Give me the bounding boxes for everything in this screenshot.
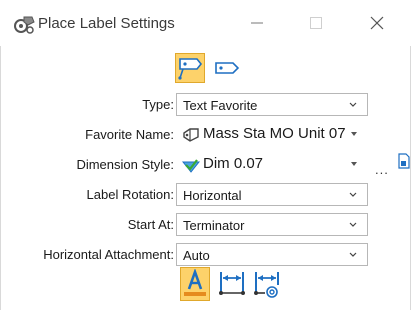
annotation-text-button[interactable] [180,267,210,301]
label-leader-icon [178,58,203,80]
close-button[interactable] [357,6,397,40]
close-icon [370,16,384,30]
label-rotation-dropdown[interactable]: Horizontal [176,183,368,206]
settings-app-icon [14,16,35,34]
favorite-name-label: Favorite Name: [85,127,174,142]
chevron-down-icon [349,192,357,197]
window-frame-right [410,46,411,310]
horizontal-attachment-label: Horizontal Attachment: [43,247,174,262]
favorite-name-dropdown[interactable]: Mass Sta MO Unit 07 [176,122,368,145]
dropdown-arrow-icon [351,132,357,136]
chevron-down-icon [349,252,357,257]
type-value: Text Favorite [183,98,258,113]
leader-dimension-icon [219,272,245,295]
horizontal-attachment-dropdown[interactable]: Auto [176,243,368,266]
label-tag-icon [215,62,240,74]
place-label-with-leader-button[interactable] [175,53,205,83]
text-favorite-icon [183,128,199,142]
chevron-down-icon [349,222,357,227]
dimension-style-label: Dimension Style: [76,157,174,172]
dimension-style-icon [182,159,200,173]
window-frame-left [0,46,1,310]
place-label-tag-button[interactable] [212,53,242,83]
maximize-icon [310,17,322,29]
document-edit-icon[interactable] [397,153,411,169]
start-at-dropdown[interactable]: Terminator [176,213,368,236]
dimension-style-dropdown[interactable]: Dim 0.07 [176,152,368,175]
dropdown-arrow-icon [351,162,357,166]
favorite-name-value: Mass Sta MO Unit 07 [203,125,346,142]
type-label: Type: [142,97,174,112]
type-dropdown[interactable]: Text Favorite [176,93,368,116]
chevron-down-icon [349,102,357,107]
horizontal-attachment-value: Auto [183,248,210,263]
leader-dimension-button[interactable] [217,267,247,301]
minimize-icon [251,22,263,24]
label-rotation-value: Horizontal [183,188,242,203]
start-at-label: Start At: [127,217,174,232]
minimize-button[interactable] [237,6,277,40]
annotation-text-icon [184,269,206,296]
leader-at-button[interactable] [252,267,282,301]
label-rotation-label: Label Rotation: [86,187,174,202]
dimension-style-more-button[interactable]: ... [375,162,389,177]
maximize-button[interactable] [296,6,336,40]
dimension-style-value: Dim 0.07 [203,155,264,172]
start-at-value: Terminator [183,218,245,233]
title-bar: Place Label Settings [0,0,417,46]
window-title: Place Label Settings [38,15,175,32]
leader-at-icon [254,272,279,298]
